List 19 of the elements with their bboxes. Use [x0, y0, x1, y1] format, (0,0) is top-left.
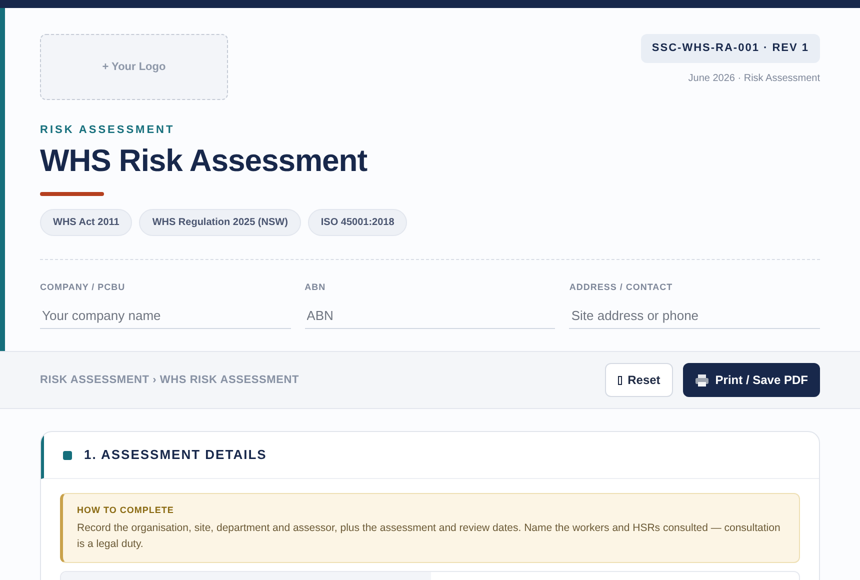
reset-button[interactable]: Reset	[604, 363, 674, 397]
print-button[interactable]: Print / Save PDF	[683, 363, 820, 397]
text-field[interactable]: Site address or phone	[569, 302, 820, 329]
breadcrumb: RISK ASSESSMENT › WHS RISK ASSESSMENT	[40, 372, 300, 388]
field-label: ABN	[304, 280, 327, 294]
callout-text: Record the organisation, site, department and assessor, plus the assessment and review dates. Name the workers and HSRs consulted — consultation is a legal duty.	[77, 520, 782, 552]
field-label: COMPANY / PCBU	[40, 280, 126, 294]
standard-tag: ISO 45001:2018	[308, 208, 408, 236]
field-label: ADDRESS / CONTACT	[569, 280, 674, 294]
section-title: 1. ASSESSMENT DETAILS	[84, 446, 267, 464]
text-field[interactable]: ABN	[304, 302, 556, 329]
document-reference: SSC-WHS-RA-001 · REV 1	[640, 34, 820, 62]
callout-title: HOW TO COMPLETE	[77, 504, 175, 517]
eyebrow-label: RISK ASSESSMENT	[40, 123, 176, 138]
standard-tag: WHS Regulation 2025 (NSW)	[139, 208, 301, 236]
page-title: WHS Risk Assessment	[40, 142, 368, 180]
standard-tag: WHS Act 2011	[40, 208, 132, 236]
document-meta: June 2026 · Risk Assessment	[688, 72, 820, 86]
text-field[interactable]: Your company name	[40, 302, 291, 329]
